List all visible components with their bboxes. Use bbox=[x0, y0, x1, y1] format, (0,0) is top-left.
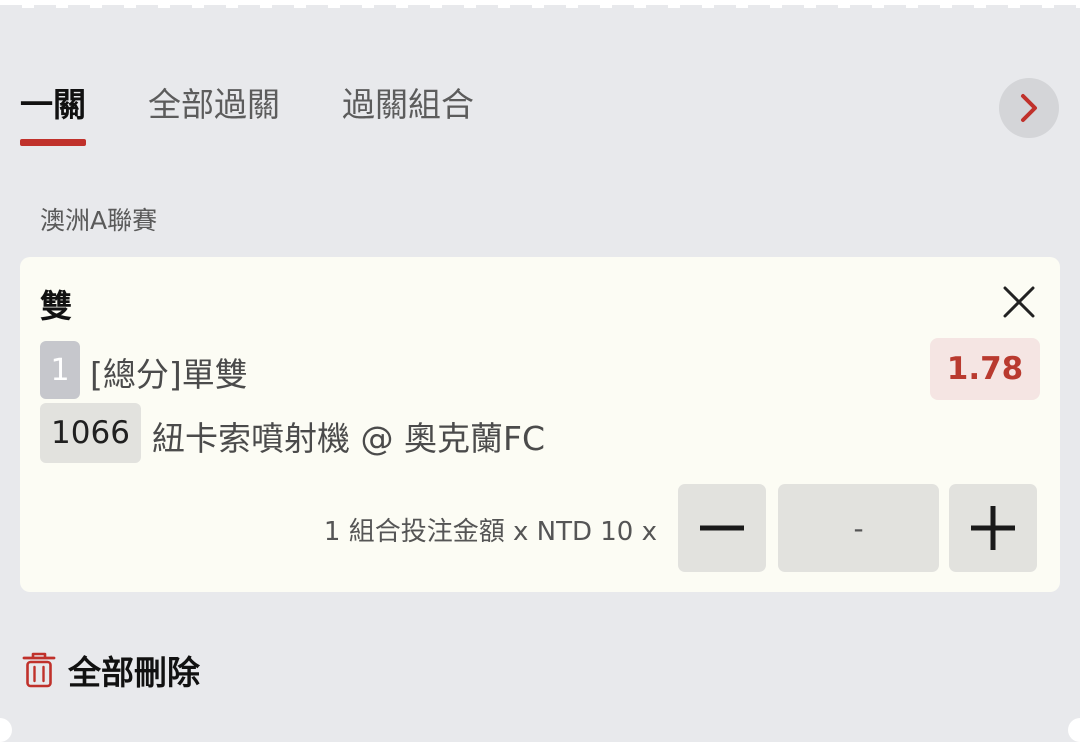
increase-button[interactable] bbox=[949, 484, 1037, 572]
ticket-notch-left bbox=[0, 718, 12, 742]
tab-parlay-combo[interactable]: 過關組合 bbox=[342, 80, 474, 130]
bet-type-tabs: 一關 全部過關 過關組合 bbox=[20, 80, 536, 150]
plus-icon bbox=[971, 506, 1015, 550]
remove-bet-button[interactable] bbox=[1000, 283, 1038, 321]
stake-amount-field[interactable]: - bbox=[778, 484, 939, 572]
ticket-notch-right bbox=[1068, 718, 1080, 742]
decrease-button[interactable] bbox=[678, 484, 766, 572]
minus-icon bbox=[700, 525, 744, 531]
close-icon bbox=[1003, 286, 1035, 318]
match-code-badge: 1066 bbox=[40, 403, 141, 463]
market-name: [總分]單雙 bbox=[90, 355, 248, 394]
delete-all-button[interactable]: 全部刪除 bbox=[22, 646, 200, 694]
league-name: 澳洲A聯賽 bbox=[40, 206, 158, 235]
ticket-top-edge bbox=[0, 0, 1080, 8]
chevron-right-icon bbox=[1021, 94, 1037, 122]
match-name: 紐卡索噴射機 @ 奧克蘭FC bbox=[152, 419, 546, 458]
bet-slip-card: 雙 1 [總分]單雙 1.78 1066 紐卡索噴射機 @ 奧克蘭FC 1 組合… bbox=[20, 257, 1060, 592]
trash-icon bbox=[22, 652, 56, 688]
stake-label: 1 組合投注金額 x NTD 10 x bbox=[323, 517, 657, 547]
selection-name: 雙 bbox=[40, 287, 73, 325]
tab-all-parlay[interactable]: 全部過關 bbox=[148, 80, 280, 130]
delete-all-label: 全部刪除 bbox=[68, 653, 200, 692]
next-button[interactable] bbox=[999, 78, 1059, 138]
leg-number-badge: 1 bbox=[40, 341, 80, 399]
odds-badge: 1.78 bbox=[930, 338, 1040, 400]
tab-single[interactable]: 一關 bbox=[20, 80, 86, 146]
